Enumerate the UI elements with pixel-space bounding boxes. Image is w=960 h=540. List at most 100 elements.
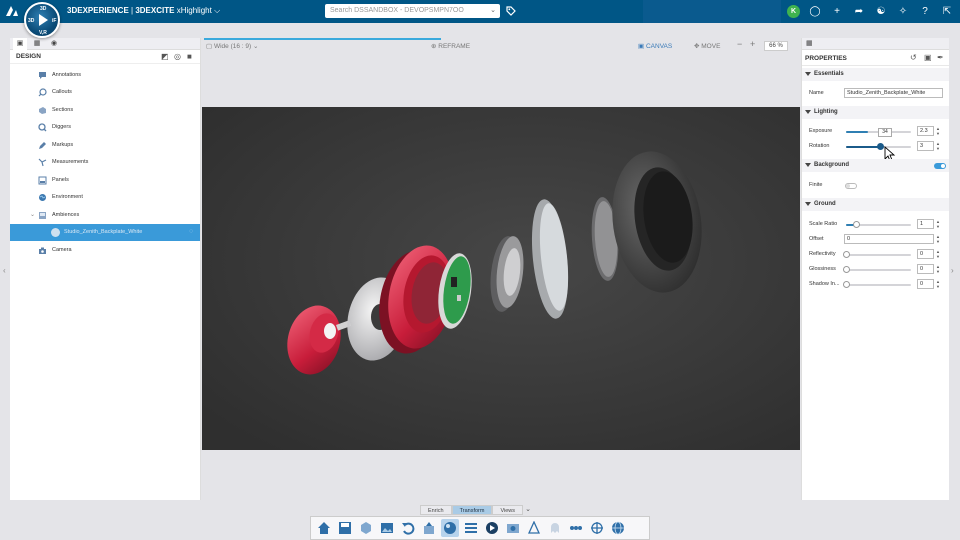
rotation-slider[interactable] <box>846 143 911 150</box>
tab-enrich[interactable]: Enrich <box>420 505 452 515</box>
tree-item-diggers[interactable]: Diggers <box>10 119 200 136</box>
rotation-value[interactable]: 3 <box>917 141 934 151</box>
add-icon[interactable]: + <box>830 5 844 19</box>
tree-item-ambiences[interactable]: ⌄ Ambiences <box>10 207 200 224</box>
tree-item-markups[interactable]: Markups <box>10 137 200 154</box>
section-lighting[interactable]: Lighting <box>802 106 949 119</box>
chevron-down-icon[interactable]: ⌄ <box>523 505 533 515</box>
camera-tab-icon[interactable]: ▣ <box>13 38 27 50</box>
tab-transform[interactable]: Transform <box>451 505 493 515</box>
tree-item-panels[interactable]: Panels <box>10 172 200 189</box>
stepper-icon[interactable]: ▲ ▼ <box>935 126 941 136</box>
expand-icon[interactable]: ⇱ <box>940 5 954 19</box>
render-icon[interactable] <box>441 519 459 537</box>
share-icon[interactable]: ➦ <box>852 5 866 19</box>
exposure-value[interactable]: 2.3 <box>917 126 934 136</box>
slider-thumb[interactable] <box>876 143 884 150</box>
import-icon[interactable] <box>357 519 375 537</box>
canvas-button[interactable]: ▣ CANVAS <box>638 42 672 50</box>
stepper-icon[interactable]: ▲ ▼ <box>935 234 941 244</box>
prop-rotation: Rotation 3 ▲ ▼ <box>802 140 949 162</box>
network-icon[interactable]: ☯ <box>874 5 888 19</box>
zoom-out-icon[interactable]: − <box>737 39 742 49</box>
tools-icon[interactable]: ✧ <box>896 5 910 19</box>
tree-item-annotations[interactable]: Annotations <box>10 67 200 84</box>
chevron-down-icon[interactable]: ⌵ <box>214 6 220 15</box>
slider-thumb[interactable] <box>843 251 850 258</box>
home-icon[interactable] <box>315 519 333 537</box>
hide-icon[interactable]: ◎ <box>174 52 181 61</box>
cone-icon[interactable] <box>525 519 543 537</box>
scale-ratio-slider[interactable] <box>846 221 911 228</box>
stepper-icon[interactable]: ▲ ▼ <box>935 249 941 259</box>
collapse-left-icon[interactable]: ‹ <box>3 266 6 275</box>
section-ground[interactable]: Ground <box>802 198 949 211</box>
dassault-logo-icon[interactable] <box>4 4 20 18</box>
chevron-down-icon[interactable]: ⌄ <box>490 4 496 18</box>
section-background[interactable]: Background <box>802 159 949 172</box>
snapshot-icon[interactable] <box>504 519 522 537</box>
tree-item-callouts[interactable]: Callouts <box>10 84 200 101</box>
compass-icon[interactable]: 3D 3D iF V,R <box>24 2 60 38</box>
connect-icon[interactable] <box>567 519 585 537</box>
section-essentials[interactable]: Essentials <box>802 68 949 81</box>
stepper-icon[interactable]: ▲ ▼ <box>935 141 941 151</box>
background-toggle[interactable] <box>934 163 946 169</box>
visibility-icon[interactable]: ○ <box>189 228 193 235</box>
reset-icon[interactable]: ↺ <box>910 53 917 62</box>
compass-tool-icon[interactable] <box>588 519 606 537</box>
slider-thumb[interactable] <box>843 281 850 288</box>
share-icon[interactable] <box>420 519 438 537</box>
visibility-icon[interactable]: ◩ <box>161 52 169 61</box>
save-icon[interactable] <box>336 519 354 537</box>
undo-icon[interactable] <box>399 519 417 537</box>
tree-item-sections[interactable]: Sections <box>10 102 200 119</box>
shadow-value[interactable]: 0 <box>917 279 934 289</box>
help-icon[interactable]: ? <box>918 5 932 19</box>
tree-item-camera[interactable]: Camera <box>10 242 200 259</box>
search-input[interactable]: Search DSSANDBOX - DEVOPSMPN7OO ⌄ <box>325 4 500 18</box>
store-icon[interactable]: ■ <box>187 52 192 61</box>
tree-item-studio-zenith[interactable]: Studio_Zenith_Backplate_White ○ <box>10 224 200 241</box>
save-icon[interactable]: ▣ <box>924 53 932 62</box>
ghost-icon[interactable] <box>546 519 564 537</box>
assembly-tab-icon[interactable]: ▦ <box>30 38 44 50</box>
expand-arrow-icon[interactable]: ⌄ <box>30 211 35 218</box>
tab-views[interactable]: Views <box>492 505 524 515</box>
tag-plus-icon[interactable]: ◯ <box>808 5 822 19</box>
stepper-icon[interactable]: ▲ ▼ <box>935 219 941 229</box>
name-field[interactable]: Studio_Zenith_Backplate_White <box>844 88 943 98</box>
reflectivity-value[interactable]: 0 <box>917 249 934 259</box>
finite-toggle[interactable] <box>845 183 857 189</box>
zoom-in-icon[interactable]: + <box>750 39 755 49</box>
compass-south: V,R <box>39 30 47 36</box>
palette-tab-icon[interactable]: ◉ <box>47 38 61 50</box>
aspect-ratio-select[interactable]: ▢ Wide (16 : 9) ⌄ <box>206 42 258 50</box>
stepper-icon[interactable]: ▲ ▼ <box>935 264 941 274</box>
image-icon[interactable] <box>378 519 396 537</box>
app-title[interactable]: 3DEXPERIENCE | 3DEXCITE xHighlight ⌵ <box>67 6 220 16</box>
avatar[interactable]: K <box>787 5 800 18</box>
3d-viewport[interactable] <box>202 107 800 450</box>
globe-icon[interactable] <box>609 519 627 537</box>
glossiness-slider[interactable] <box>843 266 911 273</box>
slider-thumb[interactable] <box>852 221 860 228</box>
offset-field[interactable]: 0 <box>844 234 934 244</box>
tree-item-environment[interactable]: Environment <box>10 189 200 206</box>
brush-icon[interactable]: ✒ <box>937 53 944 62</box>
zoom-level[interactable]: 66 % <box>764 41 788 51</box>
stepper-icon[interactable]: ▲ ▼ <box>935 279 941 289</box>
tree-item-measurements[interactable]: Measurements <box>10 154 200 171</box>
scale-ratio-value[interactable]: 1 <box>917 219 934 229</box>
reframe-button[interactable]: ⊕ REFRAME <box>431 42 470 50</box>
collapse-right-icon[interactable]: › <box>951 266 954 275</box>
slider-thumb[interactable] <box>843 266 850 273</box>
shadow-slider[interactable] <box>843 281 911 288</box>
list-icon[interactable] <box>462 519 480 537</box>
reflectivity-slider[interactable] <box>843 251 911 258</box>
play-icon[interactable] <box>483 519 501 537</box>
table-tab-icon[interactable]: ▦ <box>806 39 813 47</box>
glossiness-value[interactable]: 0 <box>917 264 934 274</box>
tag-icon[interactable] <box>505 5 517 17</box>
move-button[interactable]: ✥ MOVE <box>694 42 720 50</box>
